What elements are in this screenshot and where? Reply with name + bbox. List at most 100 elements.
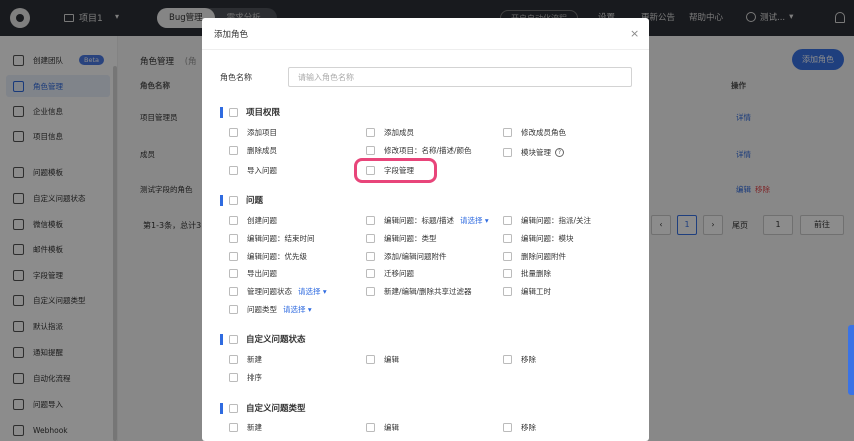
permission-checkbox[interactable]: 导入问题	[229, 164, 277, 176]
permission-label: 编辑工时	[521, 286, 551, 296]
select-label: 请选择	[298, 286, 321, 296]
scope-select[interactable]: 请选择 ▾	[298, 286, 327, 297]
checkbox[interactable]	[366, 268, 375, 278]
permission-label: 编辑问题：指派/关注	[521, 215, 592, 225]
checkbox[interactable]	[366, 286, 375, 296]
permission-checkbox[interactable]: 添加/编辑问题附件	[366, 250, 447, 262]
permission-label: 批量删除	[521, 268, 551, 278]
checkbox[interactable]	[366, 145, 375, 155]
permission-label: 编辑	[384, 354, 399, 364]
permission-checkbox[interactable]: 移除	[503, 353, 536, 365]
permission-checkbox[interactable]: 排序	[229, 371, 262, 383]
scope-select[interactable]: 请选择 ▾	[283, 304, 312, 315]
permission-checkbox[interactable]: 新建/编辑/删除共享过滤器	[366, 285, 472, 297]
permission-label: 导出问题	[247, 268, 277, 278]
permission-checkbox[interactable]: 问题类型 请选择 ▾	[229, 303, 312, 315]
permission-label: 修改项目：名称/描述/颜色	[384, 145, 472, 155]
checkbox[interactable]	[503, 422, 512, 432]
permission-label: 排序	[247, 372, 262, 382]
section-title: 自定义问题状态	[246, 335, 306, 345]
checkbox[interactable]	[366, 215, 375, 225]
permission-label: 模块管理	[521, 147, 551, 157]
permission-label: 移除	[521, 354, 536, 364]
permission-checkbox[interactable]: 创建问题	[229, 214, 277, 226]
permission-label: 问题类型	[247, 304, 277, 314]
permission-checkbox[interactable]: 批量删除	[503, 267, 551, 279]
section-checkbox[interactable]	[229, 107, 238, 117]
checkbox[interactable]	[366, 251, 375, 261]
checkbox[interactable]	[503, 233, 512, 243]
section-issues: 问题	[220, 193, 263, 207]
permission-checkbox[interactable]: 编辑问题：类型	[366, 232, 437, 244]
permission-checkbox[interactable]: 编辑问题：结束时间	[229, 232, 315, 244]
checkbox[interactable]	[503, 354, 512, 364]
permission-checkbox[interactable]: 迁移问题	[366, 267, 414, 279]
section-checkbox[interactable]	[229, 334, 238, 344]
checkbox[interactable]	[503, 286, 512, 296]
permission-checkbox[interactable]: 编辑问题：优先级	[229, 250, 307, 262]
section-custom-status: 自定义问题状态	[220, 332, 306, 346]
permission-checkbox[interactable]: 管理问题状态 请选择 ▾	[229, 285, 327, 297]
select-label: 请选择	[283, 304, 306, 314]
permission-label: 移除	[521, 422, 536, 432]
select-label: 请选择	[460, 215, 483, 225]
checkbox[interactable]	[229, 215, 238, 225]
permission-checkbox[interactable]: 编辑工时	[503, 285, 551, 297]
checkbox[interactable]	[229, 127, 238, 137]
checkbox[interactable]	[229, 251, 238, 261]
permission-checkbox[interactable]: 新建	[229, 421, 262, 433]
checkbox[interactable]	[229, 286, 238, 296]
checkbox[interactable]	[229, 372, 238, 382]
permission-checkbox[interactable]: 编辑问题：指派/关注	[503, 214, 591, 226]
section-project-permissions: 项目权限	[220, 105, 280, 119]
permission-checkbox[interactable]: 编辑	[366, 353, 399, 365]
checkbox[interactable]	[366, 354, 375, 364]
permission-checkbox[interactable]: 模块管理?	[503, 146, 564, 158]
permission-checkbox[interactable]: 删除问题附件	[503, 250, 566, 262]
checkbox[interactable]	[366, 233, 375, 243]
permission-label: 修改成员角色	[521, 127, 566, 137]
help-icon[interactable]: ?	[555, 147, 564, 157]
section-title: 项目权限	[246, 108, 281, 118]
permission-checkbox[interactable]: 修改成员角色	[503, 126, 566, 138]
section-checkbox[interactable]	[229, 403, 238, 413]
checkbox[interactable]	[503, 215, 512, 225]
permission-checkbox[interactable]: 编辑问题：模块	[503, 232, 574, 244]
checkbox[interactable]	[503, 268, 512, 278]
checkbox[interactable]	[229, 145, 238, 155]
dialog-title: 添加角色	[214, 30, 249, 40]
checkbox[interactable]	[229, 165, 238, 175]
scope-select[interactable]: 请选择 ▾	[460, 215, 489, 226]
permission-checkbox[interactable]: 导出问题	[229, 267, 277, 279]
permission-checkbox[interactable]: 修改项目：名称/描述/颜色	[366, 144, 472, 156]
checkbox[interactable]	[503, 127, 512, 137]
permission-checkbox[interactable]: 移除	[503, 421, 536, 433]
checkbox[interactable]	[503, 251, 512, 261]
checkbox[interactable]	[503, 147, 512, 157]
permission-checkbox[interactable]: 编辑	[366, 421, 399, 433]
section-checkbox[interactable]	[229, 195, 238, 205]
role-name-label: 角色名称	[220, 73, 252, 82]
permission-checkbox[interactable]: 删除成员	[229, 144, 277, 156]
checkbox[interactable]	[366, 127, 375, 137]
permission-checkbox[interactable]: 添加项目	[229, 126, 277, 138]
checkbox[interactable]	[229, 233, 238, 243]
checkbox[interactable]	[229, 354, 238, 364]
checkbox[interactable]	[229, 422, 238, 432]
permission-label: 编辑问题：优先级	[247, 251, 307, 261]
permission-label: 迁移问题	[384, 268, 414, 278]
permission-label: 编辑问题：类型	[384, 233, 437, 243]
section-marker	[220, 106, 223, 118]
close-icon[interactable]: ×	[630, 27, 639, 40]
checkbox[interactable]	[229, 268, 238, 278]
permission-label: 管理问题状态	[247, 286, 292, 296]
side-feedback-tab[interactable]	[848, 325, 854, 395]
checkbox[interactable]	[366, 422, 375, 432]
permission-checkbox[interactable]: 添加成员	[366, 126, 414, 138]
checkbox[interactable]	[229, 304, 238, 314]
permission-checkbox[interactable]: 新建	[229, 353, 262, 365]
permission-checkbox[interactable]: 编辑问题：标题/描述 请选择 ▾	[366, 214, 489, 226]
section-title: 问题	[246, 196, 264, 206]
permission-label: 删除问题附件	[521, 251, 566, 261]
role-name-input[interactable]	[288, 67, 632, 87]
